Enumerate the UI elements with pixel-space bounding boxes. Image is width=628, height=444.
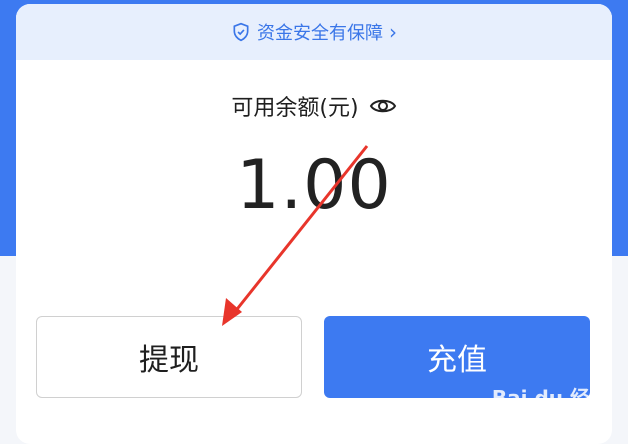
- watermark-brand: Bai du 经验: [491, 386, 610, 410]
- security-banner[interactable]: 资金安全有保障 ›: [16, 4, 612, 60]
- watermark-site: jingyan.baidu.com: [480, 406, 610, 422]
- baidu-watermark: Bai du 经验 jingyan.baidu.com: [480, 386, 610, 422]
- withdraw-button[interactable]: 提现: [36, 316, 302, 398]
- chevron-right-icon: ›: [389, 20, 397, 44]
- security-banner-text: 资金安全有保障: [257, 23, 383, 44]
- balance-card: 资金安全有保障 › 可用余额(元) 1.00 提现 充值: [16, 4, 612, 444]
- balance-label: 可用余额(元): [231, 96, 359, 121]
- eye-icon[interactable]: [369, 96, 397, 116]
- balance-amount: 1.00: [236, 146, 392, 225]
- balance-label-row: 可用余额(元): [16, 90, 612, 122]
- shield-check-icon: [233, 22, 249, 42]
